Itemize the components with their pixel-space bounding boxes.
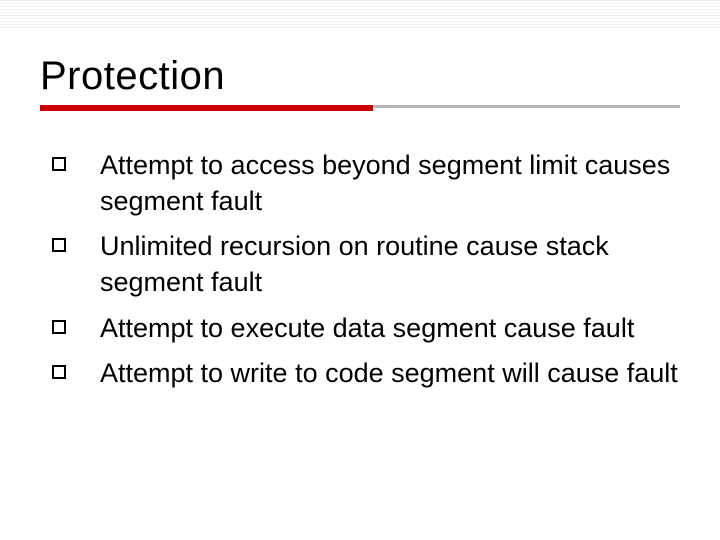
bullet-text: Attempt to access beyond segment limit c… xyxy=(100,150,670,216)
bullet-text: Unlimited recursion on routine cause sta… xyxy=(100,231,609,297)
list-item: Attempt to access beyond segment limit c… xyxy=(52,148,680,219)
title-underline xyxy=(40,105,680,115)
slide: Protection Attempt to access beyond segm… xyxy=(0,0,720,540)
bullet-text: Attempt to write to code segment will ca… xyxy=(100,358,678,388)
list-item: Attempt to execute data segment cause fa… xyxy=(52,311,680,347)
bullet-text: Attempt to execute data segment cause fa… xyxy=(100,313,634,343)
list-item: Attempt to write to code segment will ca… xyxy=(52,356,680,392)
square-bullet-icon xyxy=(52,320,66,334)
square-bullet-icon xyxy=(52,238,66,252)
list-item: Unlimited recursion on routine cause sta… xyxy=(52,229,680,300)
body-block: Attempt to access beyond segment limit c… xyxy=(52,148,680,402)
slide-title: Protection xyxy=(40,54,680,99)
title-block: Protection xyxy=(40,54,680,115)
bullet-list: Attempt to access beyond segment limit c… xyxy=(52,148,680,392)
square-bullet-icon xyxy=(52,157,66,171)
top-hatch-decoration xyxy=(0,0,720,30)
square-bullet-icon xyxy=(52,365,66,379)
